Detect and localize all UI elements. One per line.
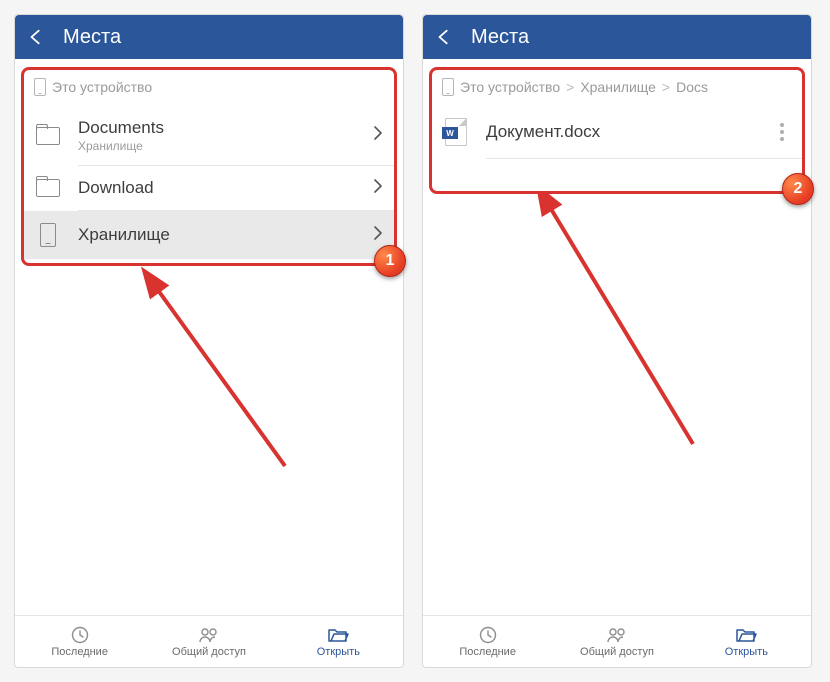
people-icon [606, 626, 628, 644]
folder-open-icon [735, 626, 757, 644]
nav-shared[interactable]: Общий доступ [144, 616, 273, 667]
breadcrumb: Это устройство [24, 70, 394, 106]
people-icon [198, 626, 220, 644]
content-area [15, 266, 403, 615]
nav-label: Последние [459, 646, 516, 658]
more-options-button[interactable] [774, 123, 790, 141]
word-file-icon: W [445, 118, 467, 146]
nav-label: Общий доступ [580, 646, 654, 658]
content-area [423, 194, 811, 615]
back-button[interactable] [435, 28, 453, 46]
top-bar: Места [423, 15, 811, 59]
breadcrumb: Это устройство > Хранилище > Docs [432, 70, 802, 106]
phone-left: Места Это устройство Documents Хранилище… [14, 14, 404, 668]
folder-icon [36, 127, 60, 145]
nav-label: Последние [51, 646, 108, 658]
breadcrumb-storage[interactable]: Хранилище [580, 79, 656, 95]
breadcrumb-sep: > [662, 79, 670, 95]
chevron-right-icon [374, 226, 382, 245]
item-title: Хранилище [78, 225, 358, 245]
nav-shared[interactable]: Общий доступ [552, 616, 681, 667]
highlight-area: Это устройство Documents Хранилище Downl… [21, 67, 397, 266]
breadcrumb-device: Это устройство [52, 79, 152, 95]
folder-icon [36, 179, 60, 197]
nav-recent[interactable]: Последние [423, 616, 552, 667]
clock-icon [479, 626, 497, 644]
page-title: Места [63, 26, 121, 49]
chevron-right-icon [374, 179, 382, 198]
folder-download[interactable]: Download [24, 166, 394, 210]
top-bar: Места [15, 15, 403, 59]
phone-right: Места Это устройство > Хранилище > Docs … [422, 14, 812, 668]
file-name: Документ.docx [486, 122, 758, 142]
device-icon [34, 78, 46, 96]
back-button[interactable] [27, 28, 45, 46]
nav-label: Общий доступ [172, 646, 246, 658]
breadcrumb-sep: > [566, 79, 574, 95]
storage-icon [40, 223, 56, 247]
bottom-nav: Последние Общий доступ Открыть [423, 615, 811, 667]
folder-documents[interactable]: Documents Хранилище [24, 106, 394, 165]
folder-storage[interactable]: Хранилище [24, 211, 394, 259]
annotation-arrow [135, 266, 315, 526]
nav-open[interactable]: Открыть [274, 616, 403, 667]
breadcrumb-device[interactable]: Это устройство [460, 79, 560, 95]
device-icon [442, 78, 454, 96]
highlight-area: Это устройство > Хранилище > Docs W Доку… [429, 67, 805, 194]
file-docx[interactable]: W Документ.docx [432, 106, 802, 158]
item-title: Download [78, 178, 358, 198]
nav-label: Открыть [317, 646, 360, 658]
breadcrumb-docs[interactable]: Docs [676, 79, 708, 95]
nav-recent[interactable]: Последние [15, 616, 144, 667]
clock-icon [71, 626, 89, 644]
chevron-right-icon [374, 126, 382, 145]
item-title: Documents [78, 118, 358, 138]
bottom-nav: Последние Общий доступ Открыть [15, 615, 403, 667]
item-subtitle: Хранилище [78, 139, 358, 153]
nav-open[interactable]: Открыть [682, 616, 811, 667]
nav-label: Открыть [725, 646, 768, 658]
page-title: Места [471, 26, 529, 49]
annotation-arrow [523, 194, 723, 494]
folder-open-icon [327, 626, 349, 644]
